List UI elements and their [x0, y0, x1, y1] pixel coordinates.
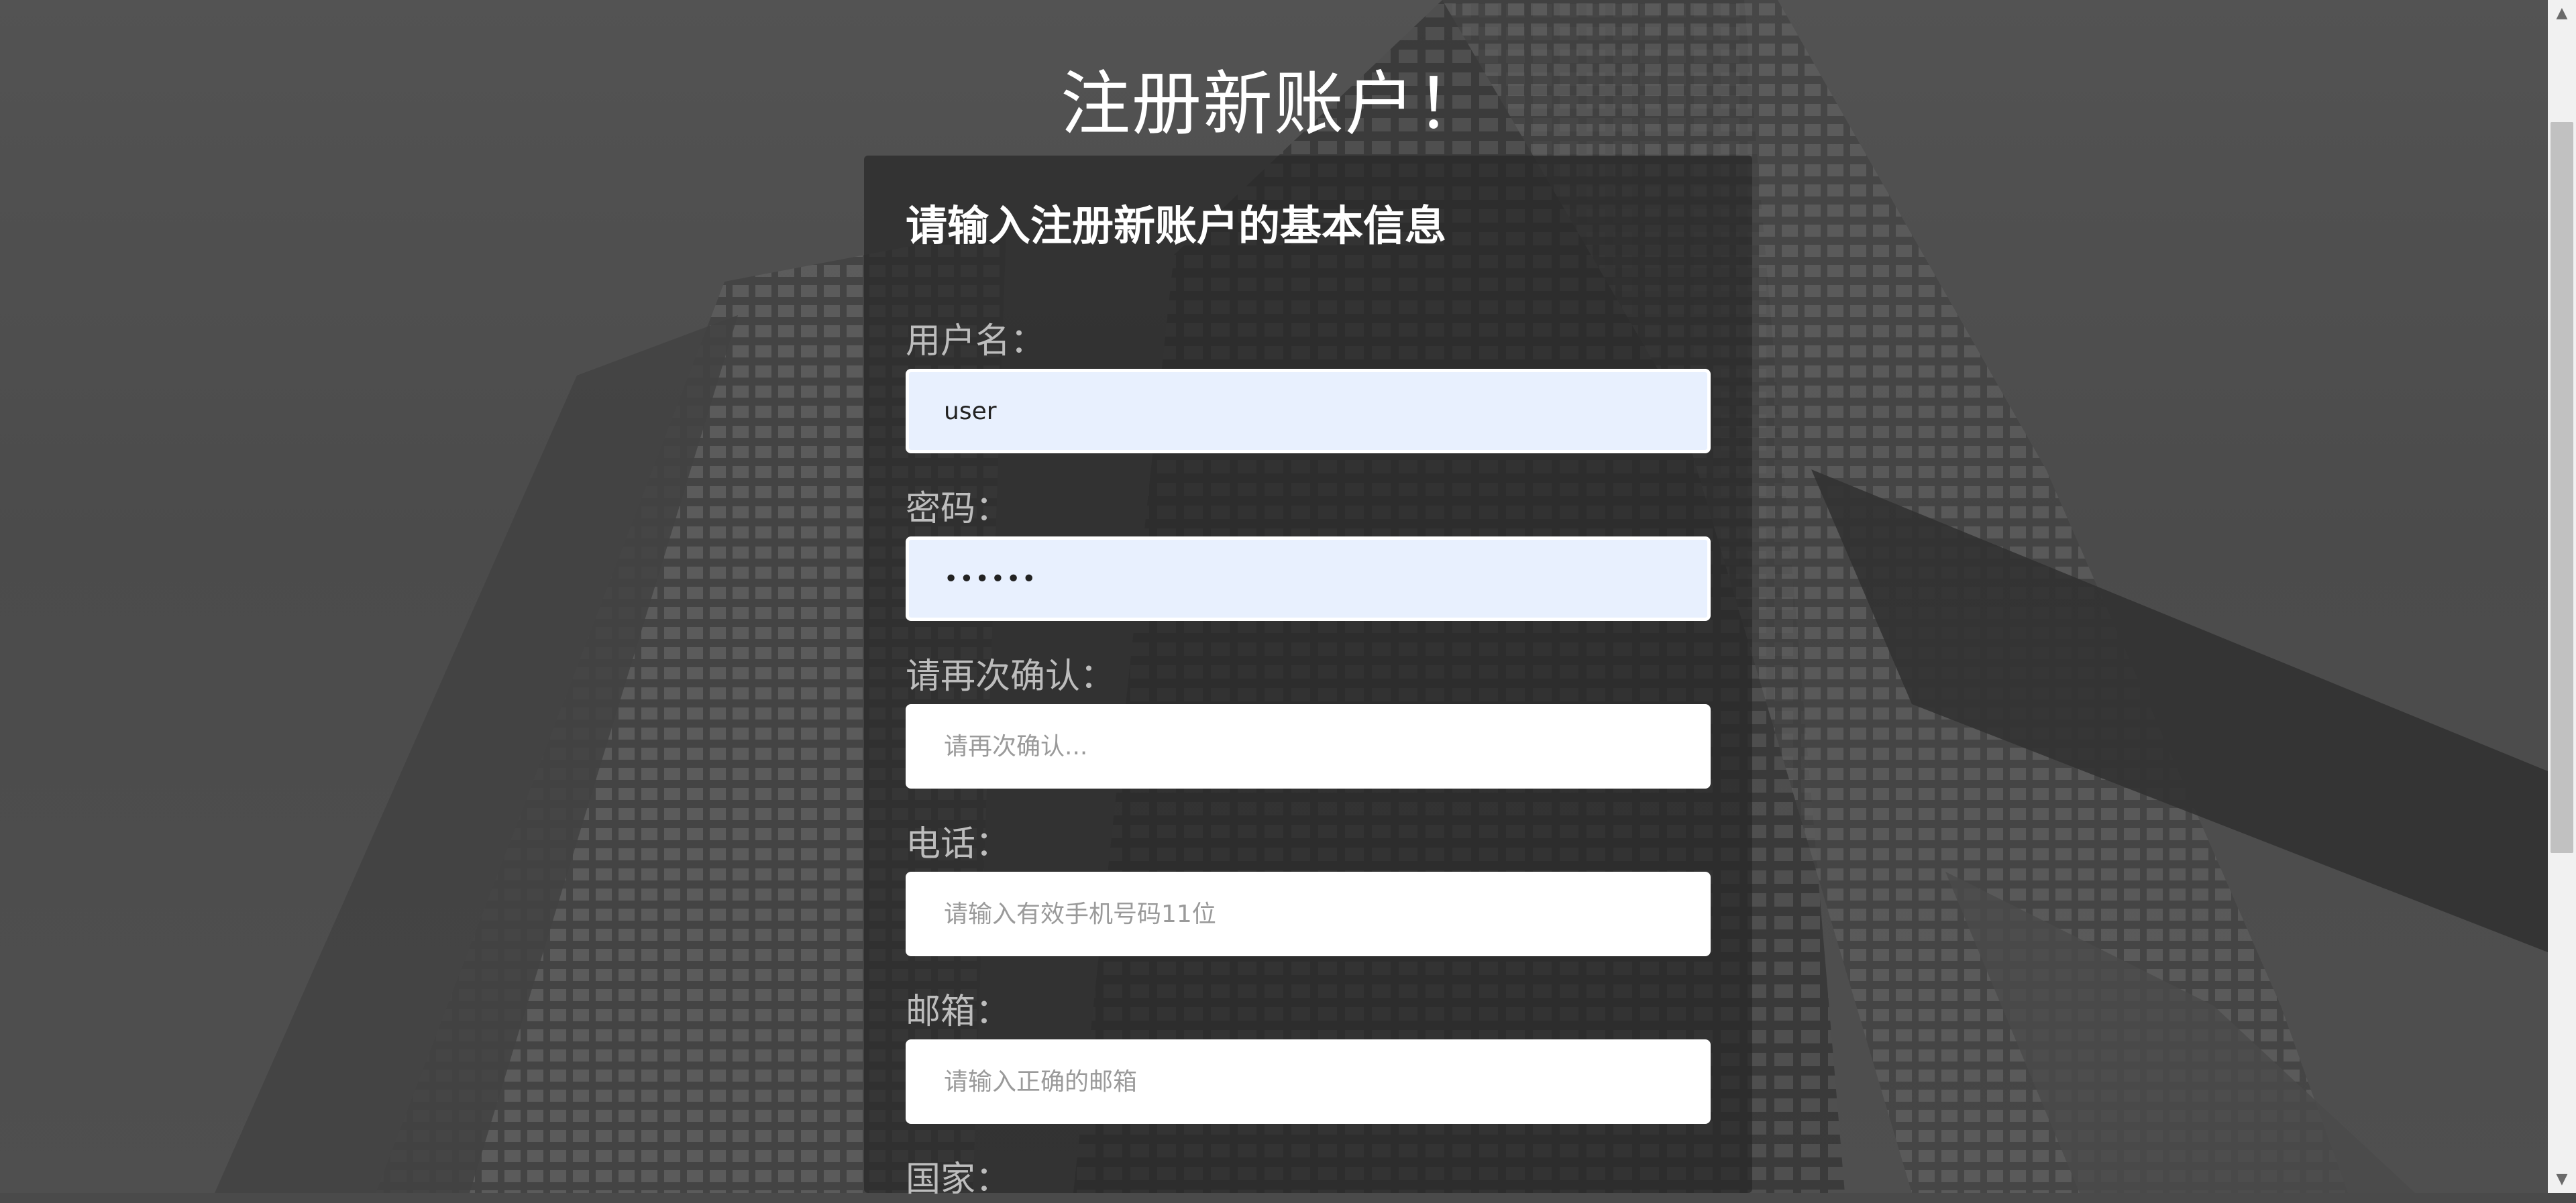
- scroll-up-icon[interactable]: ▲: [2548, 0, 2576, 27]
- email-input[interactable]: [906, 1039, 1711, 1124]
- vertical-scrollbar[interactable]: ▲ ▼: [2548, 0, 2576, 1193]
- confirm-password-input[interactable]: [906, 704, 1711, 789]
- phone-input[interactable]: [906, 872, 1711, 956]
- confirm-password-label: 请再次确认：: [906, 656, 1116, 697]
- password-input[interactable]: [906, 536, 1711, 621]
- page-title: 注册新账户！: [1060, 62, 1487, 145]
- registration-form: 请输入注册新账户的基本信息 用户名： 密码： 请再次确认： 电话： 邮箱： 国家…: [864, 156, 1752, 1200]
- scrollbar-thumb[interactable]: [2551, 122, 2573, 853]
- country-label: 国家：: [906, 1159, 1011, 1200]
- form-heading: 请输入注册新账户的基本信息: [906, 201, 1447, 250]
- email-label: 邮箱：: [906, 992, 1011, 1032]
- username-label: 用户名：: [906, 321, 1046, 361]
- phone-label: 电话：: [906, 824, 1011, 864]
- password-label: 密码：: [906, 489, 1011, 529]
- username-input[interactable]: [906, 369, 1711, 453]
- scroll-down-icon[interactable]: ▼: [2548, 1166, 2576, 1193]
